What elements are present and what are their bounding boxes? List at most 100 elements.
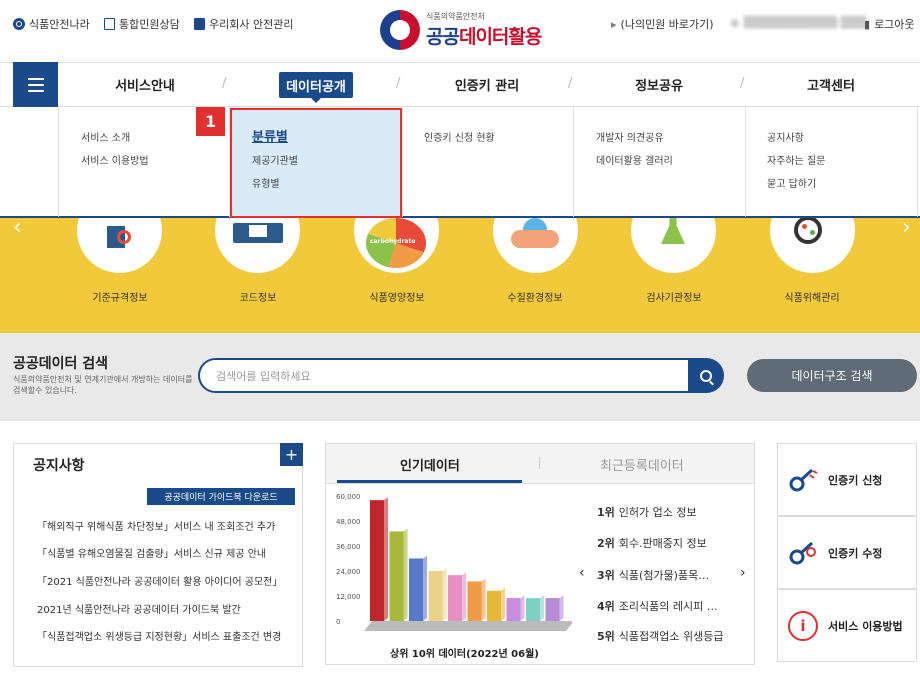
menu-by-category[interactable]: 분류별 xyxy=(252,126,288,145)
document-icon xyxy=(104,18,115,30)
search-icon xyxy=(700,369,712,382)
top-link-foodsafety[interactable]: 식품안전나라 xyxy=(13,16,90,32)
chart-bar-side xyxy=(559,595,564,621)
search-input[interactable]: 검색어를 입력하세요 xyxy=(198,358,688,393)
menu-qna[interactable]: 묻고 답하기 xyxy=(767,175,816,190)
key-apply-card[interactable]: 인증키 신청 xyxy=(777,443,917,516)
chart-bar[interactable] xyxy=(389,531,404,621)
menu-by-type[interactable]: 유형별 xyxy=(252,175,280,190)
notice-title: 공지사항 xyxy=(33,458,85,474)
nutrition-pie-icon[interactable]: carbohydrate xyxy=(354,218,439,273)
bacteria-magnifier-icon[interactable] xyxy=(770,218,855,273)
banner-prev-arrow[interactable]: ‹ xyxy=(13,215,22,240)
standard-icon[interactable] xyxy=(77,218,162,273)
chart-bar-side xyxy=(423,555,427,621)
key-modify-card[interactable]: 인증키 수정 xyxy=(777,516,917,589)
chart-bar[interactable] xyxy=(545,598,560,621)
notice-more-button[interactable]: + xyxy=(280,443,303,466)
chart-bar[interactable] xyxy=(409,558,423,622)
banner-label-standard[interactable]: 기준규격정보 xyxy=(60,289,180,304)
rank-item-3[interactable]: 3위식품(첨가물)품목제조보고 xyxy=(597,567,719,583)
top-link-company-safety[interactable]: 우리회사 안전관리 xyxy=(194,16,293,32)
chart-bar-side xyxy=(403,528,408,621)
logo-subtitle: 식품의약품안전처 xyxy=(426,12,485,21)
guidebook-download-button[interactable]: 공공데이터 가이드북 다운로드 xyxy=(147,488,295,505)
search-icon xyxy=(13,18,25,30)
search-desc: 식품의약품안전처 및 연계기관에서 개방하는 데이터를 검색할수 있습니다. xyxy=(13,375,193,395)
menu-hamburger-icon[interactable] xyxy=(13,62,58,107)
logo-title-a: 공공 xyxy=(426,26,460,48)
tab-recent-data[interactable]: 최근등록데이터 xyxy=(600,455,684,474)
rank-next-arrow[interactable]: › xyxy=(740,565,746,581)
y-tick-label: 0 xyxy=(336,618,340,626)
chart-bar[interactable] xyxy=(448,575,462,621)
menu-service-howto[interactable]: 서비스 이용방법 xyxy=(81,152,149,167)
banner-label-hazard[interactable]: 식품위해관리 xyxy=(752,289,872,304)
search-button[interactable] xyxy=(688,358,724,393)
top-link-consult[interactable]: 통합민원상담 xyxy=(104,16,180,32)
menu-dev-opinion[interactable]: 개발자 의견공유 xyxy=(596,129,664,144)
chart-bar[interactable] xyxy=(428,571,443,621)
y-tick-label: 60,000 xyxy=(336,493,361,501)
banner-label-nutrition[interactable]: 식품영양정보 xyxy=(337,289,457,304)
y-tick-label: 12,000 xyxy=(336,593,361,601)
menu-faq[interactable]: 자주하는 질문 xyxy=(767,152,825,167)
nav-info-share[interactable]: 정보공유 xyxy=(599,75,719,94)
banner-next-arrow[interactable]: › xyxy=(902,215,911,240)
menu-gallery[interactable]: 데이터활용 갤러리 xyxy=(596,152,673,167)
chart-bar[interactable] xyxy=(526,598,540,621)
notice-item[interactable]: 「2021 식품안전나라 공공데이터 활용 아이디어 공모전」 xyxy=(37,573,287,588)
notice-item[interactable]: 2021년 식품안전나라 공공데이터 가이드북 발간 xyxy=(37,601,287,616)
logo-title-b: 데이터활용 xyxy=(458,26,542,48)
rank-item-1[interactable]: 1위 인허가 업소 정보 xyxy=(597,504,727,520)
lab-flask-icon[interactable] xyxy=(631,218,716,273)
popular-tabs xyxy=(326,444,754,484)
service-howto-card[interactable]: i 서비스 이용방법 xyxy=(777,589,917,662)
banner-label-water[interactable]: 수질환경정보 xyxy=(475,289,595,304)
nav-key-mgmt[interactable]: 인증키 관리 xyxy=(427,75,547,94)
water-hands-icon[interactable] xyxy=(493,218,578,273)
building-icon xyxy=(194,18,205,30)
chart-bar[interactable] xyxy=(506,598,521,621)
rank-item-4[interactable]: 4위 조리식품의 레시피 DB xyxy=(597,598,719,614)
key-icon xyxy=(788,466,818,494)
menu-key-status[interactable]: 인증키 신청 현황 xyxy=(424,129,495,144)
nav-data-open[interactable]: 데이터공개 xyxy=(279,72,353,103)
my-complaint-link[interactable]: ▸ (나의민원 바로가기) xyxy=(611,16,714,32)
code-monitor-icon[interactable] xyxy=(215,218,300,273)
step-badge: 1 xyxy=(196,107,225,136)
banner-label-lab[interactable]: 검사기관정보 xyxy=(614,289,734,304)
search-title: 공공데이터 검색 xyxy=(13,356,109,372)
chart-bar-side xyxy=(520,595,525,621)
chart-bar-side xyxy=(442,568,447,621)
rank-item-2[interactable]: 2위 회수.판매중지 정보 xyxy=(597,535,727,551)
tab-popular-data[interactable]: 인기데이터 xyxy=(400,455,460,474)
rank-prev-arrow[interactable]: ‹ xyxy=(579,565,585,581)
nav-customer[interactable]: 고객센터 xyxy=(771,75,891,94)
y-tick-label: 24,000 xyxy=(336,568,361,576)
data-structure-search-button[interactable]: 데이터구조 검색 xyxy=(747,359,917,392)
y-tick-label: 36,000 xyxy=(336,543,361,551)
banner-label-code[interactable]: 코드정보 xyxy=(198,289,318,304)
site-logo[interactable]: 식품의약품안전처 공공데이터활용 xyxy=(380,10,542,50)
chart-bar[interactable] xyxy=(467,581,482,621)
chart-bar-side xyxy=(462,572,466,621)
chart-bar[interactable] xyxy=(487,590,501,621)
notice-item[interactable]: 「식품접객업소 위생등급 지정현황」서비스 표출조건 변경 xyxy=(37,628,287,643)
rank-item-5[interactable]: 5위 식품접객업소 위생등급 xyxy=(597,628,727,644)
chart-caption: 상위 10위 데이터(2022년 06월) xyxy=(390,649,539,660)
notice-item[interactable]: 「해외직구 위해식품 차단정보」서비스 내 조회조건 추가 xyxy=(37,518,287,533)
logout-link[interactable]: ▮ 로그아웃 xyxy=(864,16,915,32)
menu-by-provider[interactable]: 제공기관별 xyxy=(252,152,298,167)
tab-active-indicator xyxy=(337,480,522,483)
pie-label: carbohydrate xyxy=(370,238,416,245)
chart-bar[interactable] xyxy=(370,500,384,621)
info-icon: i xyxy=(788,610,818,641)
menu-notice[interactable]: 공지사항 xyxy=(767,129,804,144)
key-edit-icon xyxy=(788,539,818,567)
chart-bar-side xyxy=(481,578,486,621)
notice-item[interactable]: 「식품별 유해오염물질 검출량」서비스 신규 제공 안내 xyxy=(37,545,287,560)
menu-service-intro[interactable]: 서비스 소개 xyxy=(81,129,130,144)
y-tick-label: 48,000 xyxy=(336,518,361,526)
nav-service-info[interactable]: 서비스안내 xyxy=(85,75,205,94)
